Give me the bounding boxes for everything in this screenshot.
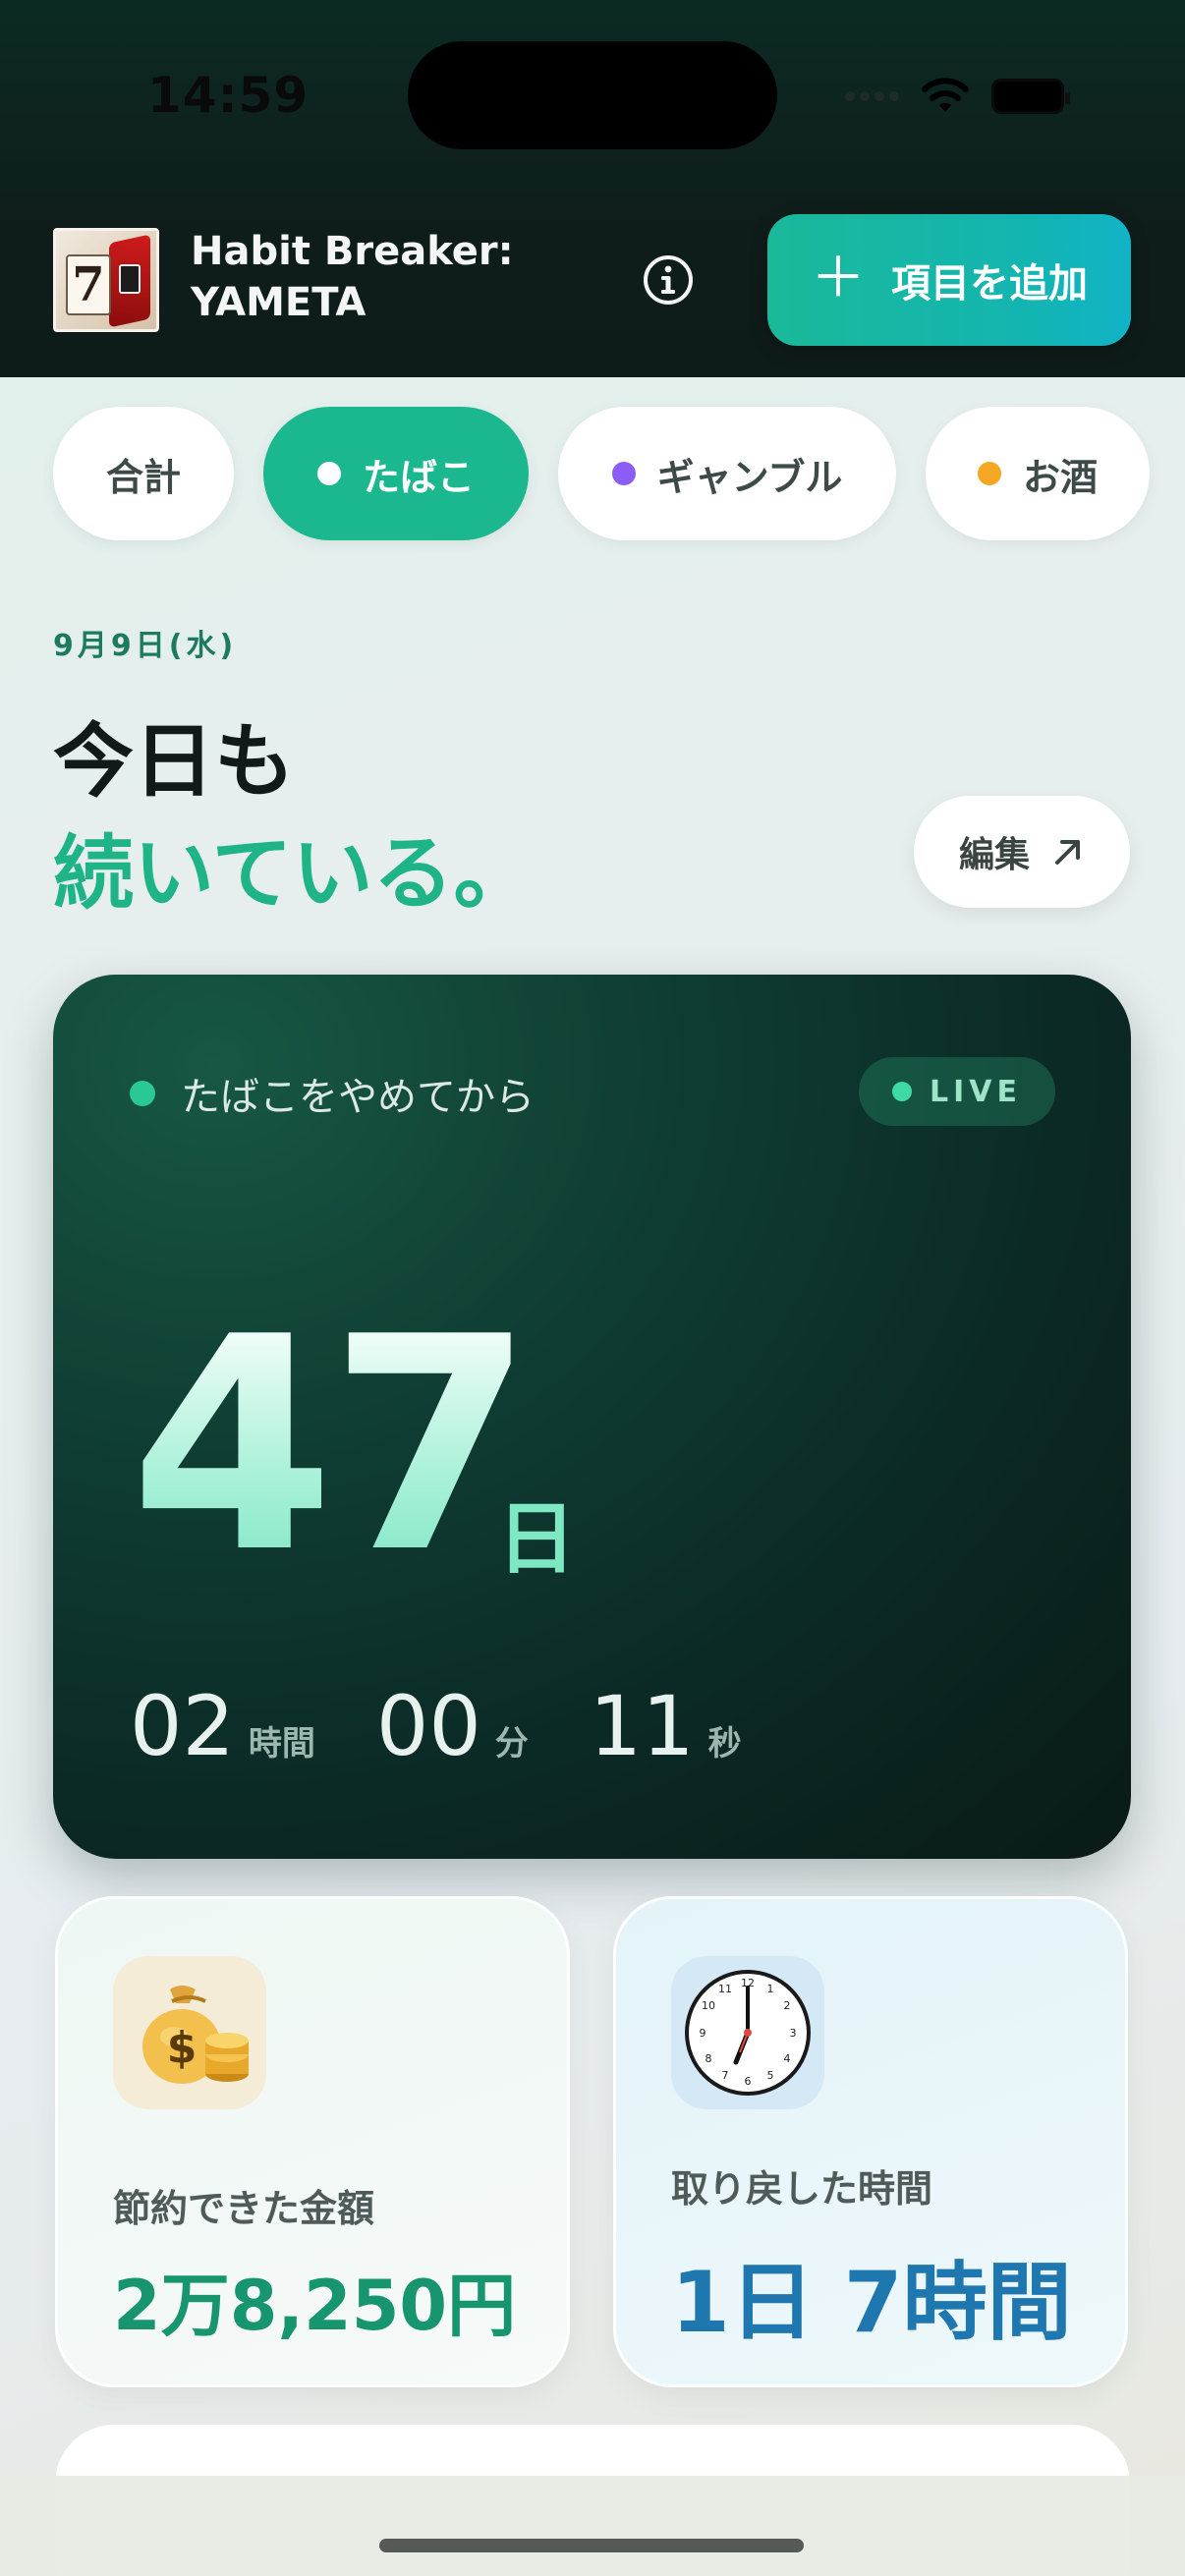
filter-label: たばこ <box>362 455 475 499</box>
days-unit: 日 <box>497 1493 576 1585</box>
category-filter-bar: 合計 たばこ ギャンブル お酒 <box>53 407 1150 540</box>
counter-label: たばこをやめてから <box>130 1065 535 1122</box>
minutes-value: 00 <box>375 1678 481 1774</box>
filter-label: ギャンブル <box>656 455 843 499</box>
header: 14:59 7 Habit Breaker: YAMETA ＋ 項目を追加 <box>0 0 1185 377</box>
svg-text:2: 2 <box>784 1999 791 2012</box>
money-saved-label: 節約できた金額 <box>113 2187 375 2230</box>
battery-icon <box>991 79 1070 114</box>
days-count: 47 <box>130 1274 534 1617</box>
filter-pill-gamble[interactable]: ギャンブル <box>558 407 896 540</box>
filter-pill-sake[interactable]: お酒 <box>926 407 1150 540</box>
svg-text:3: 3 <box>790 2027 797 2040</box>
svg-text:5: 5 <box>767 2069 774 2082</box>
home-indicator-area <box>0 2476 1185 2576</box>
filter-pill-total[interactable]: 合計 <box>53 407 234 540</box>
home-indicator[interactable] <box>379 2539 804 2552</box>
category-dot <box>316 462 341 485</box>
add-item-label: 項目を追加 <box>891 262 1088 306</box>
category-dot <box>611 462 636 485</box>
category-dot <box>977 462 1001 485</box>
wifi-icon <box>922 78 969 112</box>
info-icon[interactable] <box>642 253 695 307</box>
svg-text:8: 8 <box>705 2052 712 2065</box>
time-regained-value: 1日 7時間 <box>671 2254 1072 2352</box>
status-time: 14:59 <box>147 67 310 124</box>
svg-text:1: 1 <box>767 1983 774 1995</box>
status-icons <box>845 75 1070 118</box>
arrow-up-right-icon <box>1055 840 1080 865</box>
date-label: 9月9日(水) <box>53 629 238 663</box>
cellular-signal-icon <box>845 91 899 101</box>
money-bag-icon: $ <box>113 1956 266 2109</box>
filter-label: 合計 <box>105 455 181 499</box>
filter-label: お酒 <box>1022 455 1098 499</box>
counter-label-text: たばこをやめてから <box>181 1075 535 1120</box>
add-item-button[interactable]: ＋ 項目を追加 <box>767 214 1131 346</box>
clock-icon: 12 1 2 345 678 9 10 11 <box>671 1956 824 2109</box>
live-text: LIVE <box>930 1074 1022 1109</box>
elapsed-time-row: 02 時間 00 分 11 秒 <box>130 1678 803 1774</box>
heading-line-2: 続いている。 <box>53 827 535 921</box>
minutes-unit: 分 <box>494 1724 529 1764</box>
svg-text:9: 9 <box>700 2027 706 2040</box>
time-regained-label: 取り戻した時間 <box>671 2167 933 2211</box>
streak-counter-card[interactable]: たばこをやめてから LIVE 47 日 02 時間 00 分 11 秒 <box>53 975 1131 1859</box>
category-dot <box>130 1081 155 1106</box>
app-logo: 7 <box>53 228 159 332</box>
heading-line-1: 今日も <box>53 715 296 809</box>
app-screen: 14:59 7 Habit Breaker: YAMETA ＋ 項目を追加 合計… <box>0 0 1185 2576</box>
filter-pill-tabako[interactable]: たばこ <box>263 407 529 540</box>
svg-text:4: 4 <box>784 2052 791 2065</box>
time-regained-card[interactable]: 12 1 2 345 678 9 10 11 取り戻した時間 1日 7時間 <box>613 1896 1128 2387</box>
svg-text:7: 7 <box>722 2069 729 2082</box>
edit-label: 編集 <box>958 834 1030 874</box>
live-badge: LIVE <box>859 1057 1055 1126</box>
seconds-unit: 秒 <box>707 1724 742 1764</box>
money-saved-card[interactable]: $ 節約できた金額 2万8,250円 <box>55 1896 570 2387</box>
seconds-value: 11 <box>589 1678 695 1774</box>
svg-text:$: $ <box>167 2023 198 2073</box>
svg-text:10: 10 <box>702 1999 715 2012</box>
app-title: Habit Breaker: YAMETA <box>191 229 514 325</box>
svg-text:6: 6 <box>745 2075 752 2088</box>
svg-text:11: 11 <box>718 1983 732 1995</box>
plus-icon: ＋ <box>811 247 866 308</box>
dynamic-island <box>408 41 777 149</box>
hours-unit: 時間 <box>248 1724 315 1764</box>
money-saved-value: 2万8,250円 <box>113 2266 517 2346</box>
hours-value: 02 <box>130 1678 235 1774</box>
live-dot <box>892 1082 912 1101</box>
edit-button[interactable]: 編集 <box>914 796 1130 908</box>
